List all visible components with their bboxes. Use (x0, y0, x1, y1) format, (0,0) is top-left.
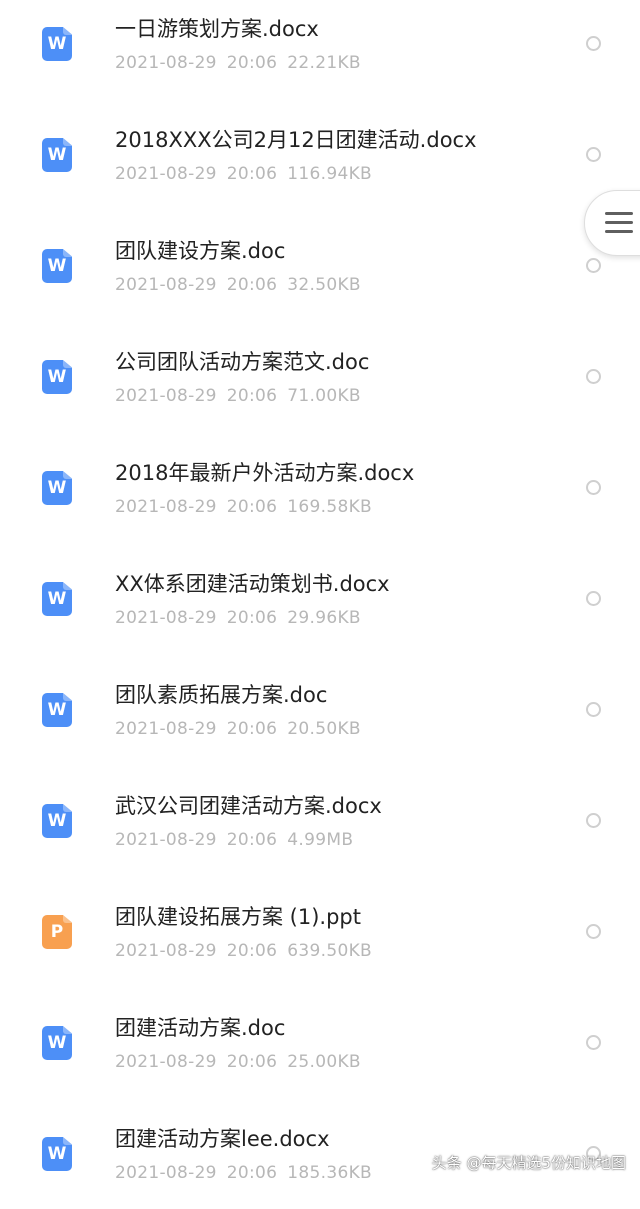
file-name: 团队素质拓展方案.doc (115, 683, 328, 707)
word-file-icon: W (42, 582, 72, 616)
select-radio-button[interactable] (586, 1035, 601, 1050)
file-list-item[interactable]: W 团建活动方案.doc 2021-08-29 20:06 25.00KB (0, 987, 640, 1098)
file-name: 团队建设方案.doc (115, 239, 286, 263)
ppt-file-icon: P (42, 915, 72, 949)
file-meta: 2021-08-29 20:06 20.50KB (115, 718, 361, 740)
file-size: 639.50KB (287, 941, 372, 961)
file-time: 20:06 (226, 1163, 278, 1183)
file-date: 2021-08-29 (115, 164, 217, 184)
select-radio-button[interactable] (586, 369, 601, 384)
file-time: 20:06 (226, 830, 278, 850)
file-list-item[interactable]: W 武汉公司团建活动方案.docx 2021-08-29 20:06 4.99MB (0, 765, 640, 876)
file-meta: 2021-08-29 20:06 22.21KB (115, 52, 361, 74)
file-meta: 2021-08-29 20:06 71.00KB (115, 385, 361, 407)
file-time: 20:06 (226, 608, 278, 628)
word-file-icon: W (42, 1026, 72, 1060)
word-file-icon: W (42, 360, 72, 394)
file-time: 20:06 (226, 497, 278, 517)
file-date: 2021-08-29 (115, 1052, 217, 1072)
file-name: 团建活动方案lee.docx (115, 1127, 330, 1151)
file-time: 20:06 (226, 1052, 278, 1072)
file-name: 团建活动方案.doc (115, 1016, 286, 1040)
file-size: 169.58KB (287, 497, 372, 517)
file-meta: 2021-08-29 20:06 169.58KB (115, 496, 372, 518)
hamburger-menu-icon-bar (605, 221, 633, 224)
file-list-item[interactable]: W XX体系团建活动策划书.docx 2021-08-29 20:06 29.96KB (0, 543, 640, 654)
file-date: 2021-08-29 (115, 1163, 217, 1183)
file-list-item[interactable]: W 团队素质拓展方案.doc 2021-08-29 20:06 20.50KB (0, 654, 640, 765)
file-list-item[interactable]: W 公司团队活动方案范文.doc 2021-08-29 20:06 71.00KB (0, 321, 640, 432)
file-name: 2018XXX公司2月12日团建活动.docx (115, 128, 477, 152)
select-radio-button[interactable] (586, 591, 601, 606)
select-radio-button[interactable] (586, 147, 601, 162)
word-file-icon: W (42, 138, 72, 172)
file-date: 2021-08-29 (115, 719, 217, 739)
file-date: 2021-08-29 (115, 608, 217, 628)
file-size: 4.99MB (287, 830, 354, 850)
file-date: 2021-08-29 (115, 275, 217, 295)
file-name: 公司团队活动方案范文.doc (115, 350, 370, 374)
file-meta: 2021-08-29 20:06 29.96KB (115, 607, 361, 629)
file-list-item[interactable]: P 团队建设拓展方案 (1).ppt 2021-08-29 20:06 639.50KB (0, 876, 640, 987)
file-name: 武汉公司团建活动方案.docx (115, 794, 382, 818)
file-list-item[interactable]: W 2018年最新户外活动方案.docx 2021-08-29 20:06 169.58… (0, 432, 640, 543)
file-size: 25.00KB (287, 1052, 361, 1072)
file-size: 116.94KB (287, 164, 372, 184)
word-file-icon: W (42, 1137, 72, 1171)
select-radio-button[interactable] (586, 480, 601, 495)
word-file-icon: W (42, 693, 72, 727)
file-name: 一日游策划方案.docx (115, 17, 319, 41)
watermark: 头条 @每天精选5份知识地图 (431, 1154, 626, 1172)
file-meta: 2021-08-29 20:06 185.36KB (115, 1162, 372, 1184)
file-date: 2021-08-29 (115, 386, 217, 406)
file-list-item[interactable]: W 团队建设方案.doc 2021-08-29 20:06 32.50KB (0, 210, 640, 321)
file-date: 2021-08-29 (115, 830, 217, 850)
select-radio-button[interactable] (586, 36, 601, 51)
word-file-icon: W (42, 804, 72, 838)
file-time: 20:06 (226, 53, 278, 73)
file-meta: 2021-08-29 20:06 116.94KB (115, 163, 372, 185)
file-time: 20:06 (226, 164, 278, 184)
word-file-icon: W (42, 27, 72, 61)
file-time: 20:06 (226, 941, 278, 961)
file-name: XX体系团建活动策划书.docx (115, 572, 390, 596)
file-list-item[interactable]: W 一日游策划方案.docx 2021-08-29 20:06 22.21KB (0, 0, 640, 99)
file-meta: 2021-08-29 20:06 25.00KB (115, 1051, 361, 1073)
file-name: 2018年最新户外活动方案.docx (115, 461, 415, 485)
hamburger-menu-icon (605, 212, 633, 215)
file-date: 2021-08-29 (115, 941, 217, 961)
file-meta: 2021-08-29 20:06 639.50KB (115, 940, 372, 962)
file-size: 22.21KB (287, 53, 361, 73)
select-radio-button[interactable] (586, 702, 601, 717)
file-size: 71.00KB (287, 386, 361, 406)
select-radio-button[interactable] (586, 813, 601, 828)
file-name: 团队建设拓展方案 (1).ppt (115, 905, 361, 929)
file-date: 2021-08-29 (115, 53, 217, 73)
word-file-icon: W (42, 471, 72, 505)
file-size: 185.36KB (287, 1163, 372, 1183)
hamburger-menu-icon-bar (605, 230, 633, 233)
file-size: 29.96KB (287, 608, 361, 628)
file-date: 2021-08-29 (115, 497, 217, 517)
file-meta: 2021-08-29 20:06 4.99MB (115, 829, 353, 851)
file-time: 20:06 (226, 386, 278, 406)
select-radio-button[interactable] (586, 924, 601, 939)
word-file-icon: W (42, 249, 72, 283)
file-time: 20:06 (226, 719, 278, 739)
file-size: 32.50KB (287, 275, 361, 295)
file-list-item[interactable]: W 2018XXX公司2月12日团建活动.docx 2021-08-29 20:06 1… (0, 99, 640, 210)
select-radio-button[interactable] (586, 258, 601, 273)
file-time: 20:06 (226, 275, 278, 295)
file-size: 20.50KB (287, 719, 361, 739)
file-meta: 2021-08-29 20:06 32.50KB (115, 274, 361, 296)
